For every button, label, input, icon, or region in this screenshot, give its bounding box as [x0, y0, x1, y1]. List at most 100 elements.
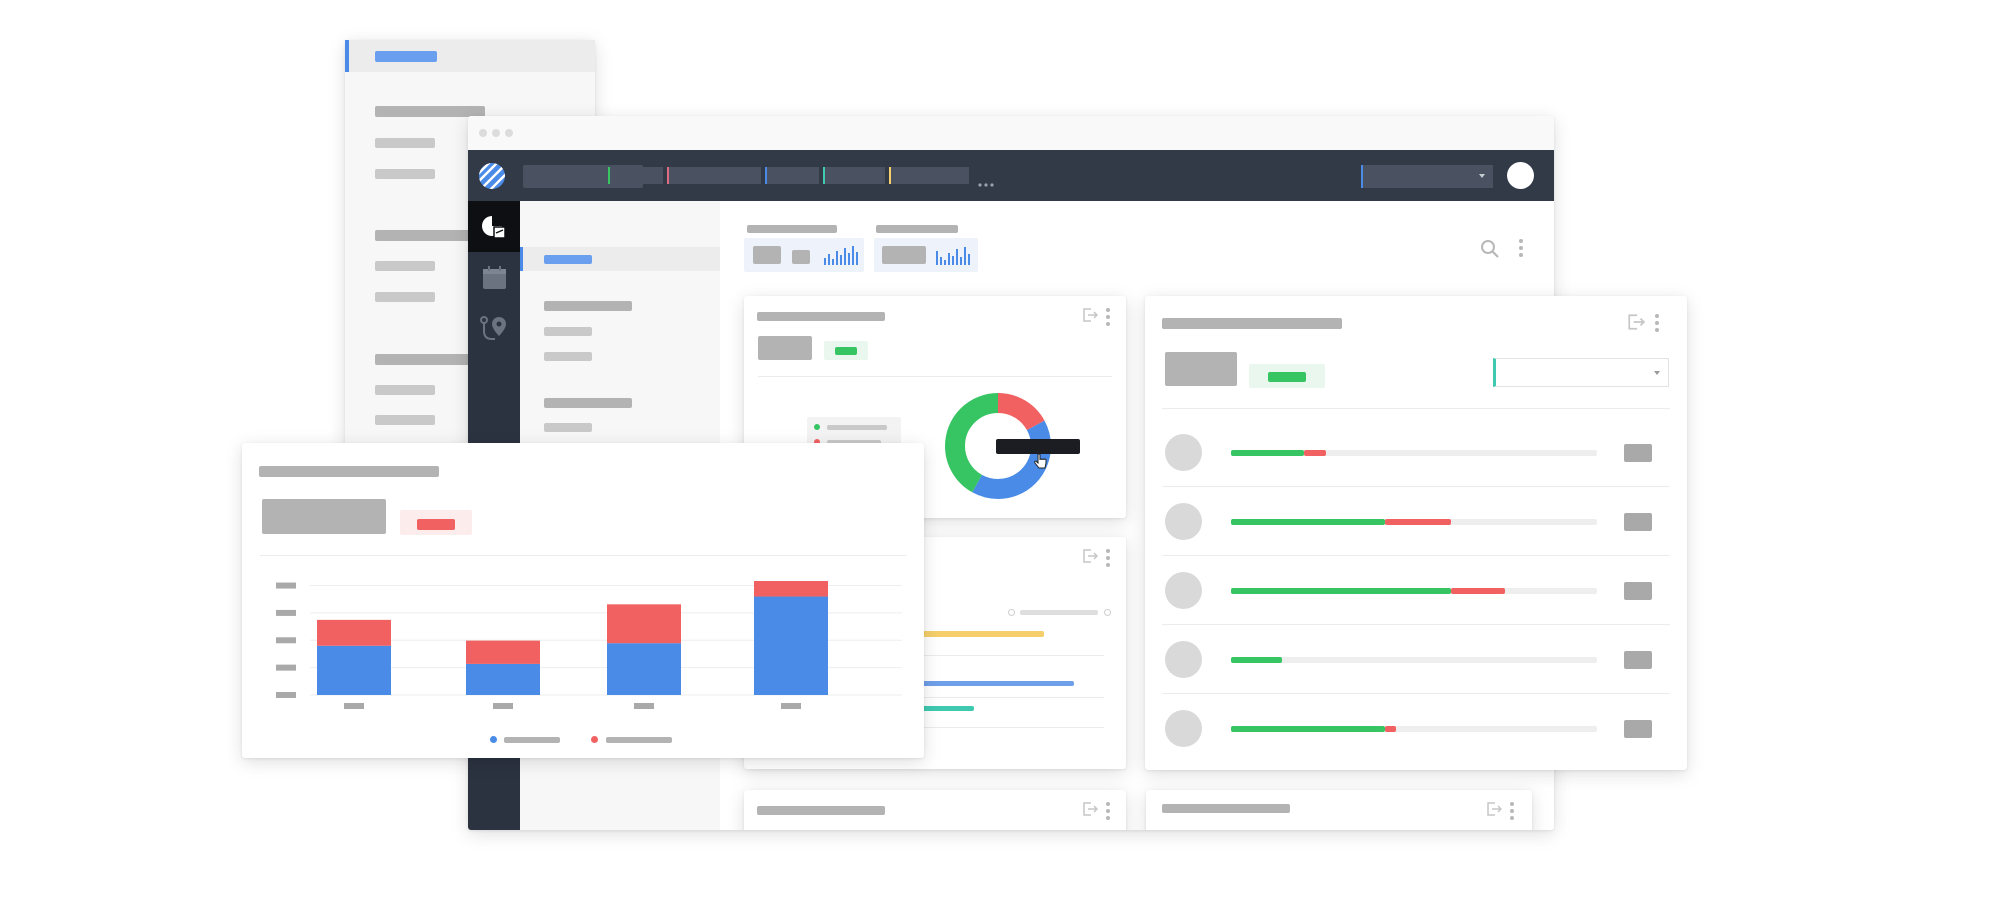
sidebar-item-routes[interactable]	[468, 303, 520, 354]
badge-fill	[835, 347, 857, 355]
badge-fill	[417, 519, 455, 530]
bottom-card-right	[1146, 790, 1532, 830]
row-divider	[1162, 486, 1670, 487]
progress-fill-red	[1304, 450, 1327, 456]
panel-item[interactable]	[375, 385, 435, 395]
ellipsis-icon[interactable]	[978, 174, 994, 187]
card-divider	[1162, 408, 1670, 409]
bar-segment-1-1[interactable]	[466, 640, 540, 664]
card-title	[757, 312, 885, 321]
progress-fill-green	[1231, 726, 1385, 732]
top-navbar	[468, 150, 1554, 201]
kebab-menu-icon[interactable]	[1519, 239, 1523, 257]
striped-globe-icon[interactable]	[478, 162, 506, 190]
progress-fill-green	[1231, 519, 1385, 525]
bar-segment-1-0[interactable]	[317, 619, 391, 646]
bar-segment-0-1[interactable]	[466, 663, 540, 695]
card-divider	[260, 555, 906, 556]
progress-fill-red	[1384, 726, 1396, 732]
status-badge	[400, 510, 472, 535]
panel-item[interactable]	[375, 415, 435, 425]
workspace-dropdown[interactable]	[1361, 165, 1493, 188]
exit-icon[interactable]	[1082, 308, 1099, 322]
nav-tab-2[interactable]	[667, 167, 761, 184]
progress-track	[1231, 657, 1597, 663]
panel-item[interactable]	[375, 292, 435, 302]
sidebar-item-calendar[interactable]	[468, 252, 520, 303]
x-tick-label	[634, 703, 654, 709]
window-close-button[interactable]	[479, 129, 487, 137]
bar-segment-1-3[interactable]	[754, 581, 828, 597]
exit-icon[interactable]	[1627, 314, 1646, 330]
search-icon[interactable]	[1480, 239, 1500, 259]
nav-tab-1[interactable]	[608, 167, 663, 184]
filter-dropdown[interactable]	[1493, 358, 1669, 387]
progress-fill-green	[1231, 588, 1451, 594]
avatar	[1165, 434, 1202, 471]
secondary-nav-heading	[544, 398, 632, 408]
row-value	[1624, 651, 1652, 669]
kebab-menu-icon[interactable]	[1106, 549, 1110, 567]
panel-item[interactable]	[375, 169, 435, 179]
legend-label	[504, 737, 560, 743]
nav-tab-3[interactable]	[765, 167, 819, 184]
card-metric	[758, 336, 812, 360]
stat-value	[882, 246, 926, 264]
kebab-menu-icon[interactable]	[1655, 314, 1659, 332]
bar-segment-0-2[interactable]	[607, 643, 681, 695]
kebab-menu-icon[interactable]	[1510, 802, 1514, 820]
bar-segment-0-0[interactable]	[317, 645, 391, 695]
tooltip	[996, 439, 1080, 454]
row-value	[1624, 582, 1652, 600]
sidebar-item-reports[interactable]	[468, 201, 520, 252]
secondary-nav-item[interactable]	[544, 423, 592, 432]
stat-value	[753, 246, 781, 264]
secondary-nav-item[interactable]	[544, 352, 592, 361]
hand-pointer-icon	[1033, 453, 1047, 470]
y-tick-label	[276, 692, 296, 698]
legend-dot-blue	[490, 736, 497, 743]
exit-icon[interactable]	[1082, 549, 1099, 563]
secondary-nav-active-label	[544, 255, 592, 264]
kebab-menu-icon[interactable]	[1106, 308, 1110, 326]
progress-fill-red	[1450, 588, 1506, 594]
stat-widget-2[interactable]	[874, 238, 978, 272]
x-tick-label	[493, 703, 513, 709]
x-tick-label	[344, 703, 364, 709]
bar-segment-1-2[interactable]	[607, 604, 681, 644]
stat-unit	[792, 250, 810, 264]
pie-chart-icon	[480, 213, 508, 241]
exit-icon[interactable]	[1082, 802, 1099, 816]
nav-tab-5[interactable]	[889, 167, 969, 184]
status-badge	[824, 341, 868, 360]
row-divider	[1162, 555, 1670, 556]
legend-label	[1020, 610, 1098, 615]
panel-item[interactable]	[375, 261, 435, 271]
nav-tab-4[interactable]	[823, 167, 885, 184]
panel-item[interactable]	[375, 138, 435, 148]
exit-icon[interactable]	[1486, 802, 1503, 816]
status-badge	[1249, 364, 1325, 388]
avatar[interactable]	[1507, 162, 1534, 189]
y-tick-label	[276, 582, 296, 589]
stacked-bar-chart	[276, 581, 902, 709]
card-title	[1162, 318, 1342, 329]
legend-label	[827, 425, 887, 430]
progress-fill-green	[1231, 657, 1283, 663]
chevron-down-icon	[1479, 174, 1485, 178]
panel-active-label	[375, 51, 437, 62]
avatar	[1165, 641, 1202, 678]
secondary-nav-item[interactable]	[544, 327, 592, 336]
window-maximize-button[interactable]	[505, 129, 513, 137]
kebab-menu-icon[interactable]	[1106, 802, 1110, 820]
legend-dot-green	[814, 424, 820, 430]
bar-segment-0-3[interactable]	[754, 596, 828, 695]
window-titlebar	[468, 116, 1554, 150]
panel-active-indicator	[345, 40, 349, 72]
progress-fill-red	[1384, 519, 1451, 525]
stat-widget-1[interactable]	[744, 238, 864, 272]
row-value	[1624, 444, 1652, 462]
window-minimize-button[interactable]	[492, 129, 500, 137]
legend-dot	[1104, 609, 1111, 616]
stat-label-2	[876, 225, 958, 233]
